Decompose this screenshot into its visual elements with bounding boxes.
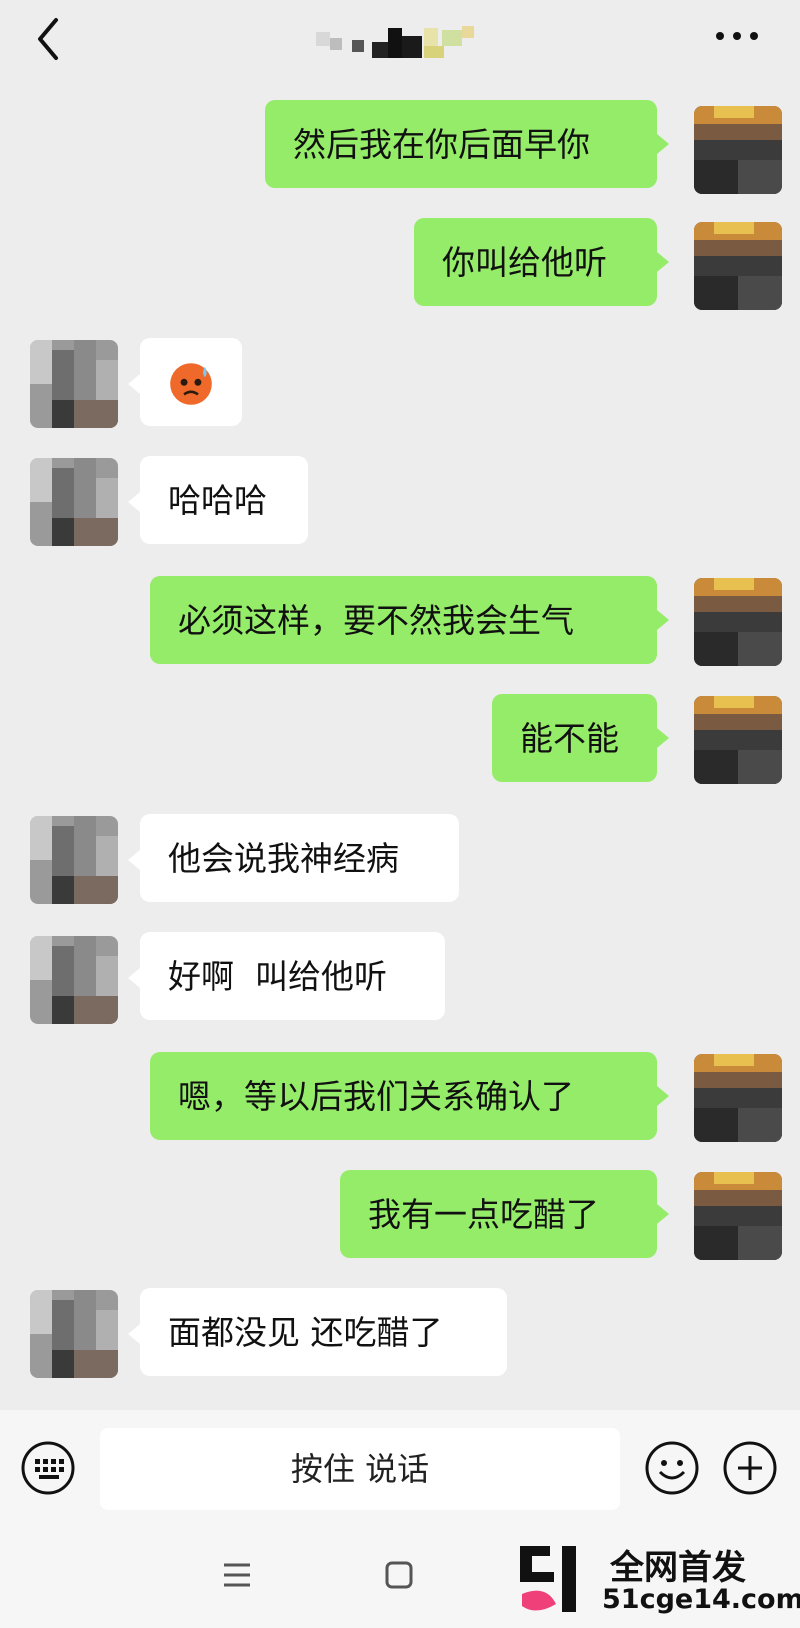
smiley-icon[interactable] [644,1440,700,1496]
bubble-tail [128,374,140,394]
bubble-tail [657,134,669,154]
message-bubble-outgoing[interactable]: 必须这样，要不然我会生气 [150,576,657,664]
sweat-face-emoji-icon [170,363,212,405]
bubble-tail [657,728,669,748]
message-bubble-outgoing[interactable]: 嗯，等以后我们关系确认了 [150,1052,657,1140]
bubble-tail [128,850,140,870]
contact-avatar[interactable] [30,1290,118,1378]
contact-avatar[interactable] [30,340,118,428]
message-bubble-outgoing[interactable]: 然后我在你后面早你 [265,100,657,188]
my-avatar[interactable] [694,696,782,784]
message-bubble-incoming[interactable]: 好啊 叫给他听 [140,932,445,1020]
ellipsis-icon[interactable] [712,26,762,46]
message-bubble-outgoing[interactable]: 能不能 [492,694,657,782]
my-avatar[interactable] [694,578,782,666]
plus-icon[interactable] [722,1440,778,1496]
bubble-tail [128,1324,140,1344]
chat-header [0,0,800,90]
message-bubble-outgoing[interactable]: 你叫给他听 [414,218,657,306]
watermark-logo-icon [520,1546,576,1612]
my-avatar[interactable] [694,222,782,310]
contact-avatar[interactable] [30,816,118,904]
contact-name-pixelated [316,26,474,58]
bubble-tail [657,610,669,630]
hold-to-talk-button[interactable]: 按住 说话 [100,1428,620,1510]
bubble-tail [657,1204,669,1224]
message-bubble-outgoing[interactable]: 我有一点吃醋了 [340,1170,657,1258]
my-avatar[interactable] [694,106,782,194]
keyboard-icon[interactable] [20,1440,76,1496]
message-bubble-incoming[interactable] [140,338,242,426]
bubble-tail [128,968,140,988]
chevron-left-icon[interactable] [30,14,66,64]
input-bar: 按住 说话 [0,1410,800,1516]
message-bubble-incoming[interactable]: 他会说我神经病 [140,814,459,902]
contact-avatar[interactable] [30,458,118,546]
watermark-line2: 51cge14.com [602,1584,800,1615]
watermark-line1: 全网首发 [610,1548,746,1588]
bubble-tail [657,1086,669,1106]
message-bubble-incoming[interactable]: 哈哈哈 [140,456,308,544]
my-avatar[interactable] [694,1054,782,1142]
contact-avatar[interactable] [30,936,118,1024]
square-icon[interactable] [384,1560,414,1590]
bubble-tail [128,492,140,512]
bubble-tail [657,252,669,272]
message-bubble-incoming[interactable]: 面都没见 还吃醋了 [140,1288,507,1376]
menu-icon[interactable] [222,1562,252,1588]
my-avatar[interactable] [694,1172,782,1260]
site-watermark: 全网首发 51cge14.com [516,1540,800,1620]
